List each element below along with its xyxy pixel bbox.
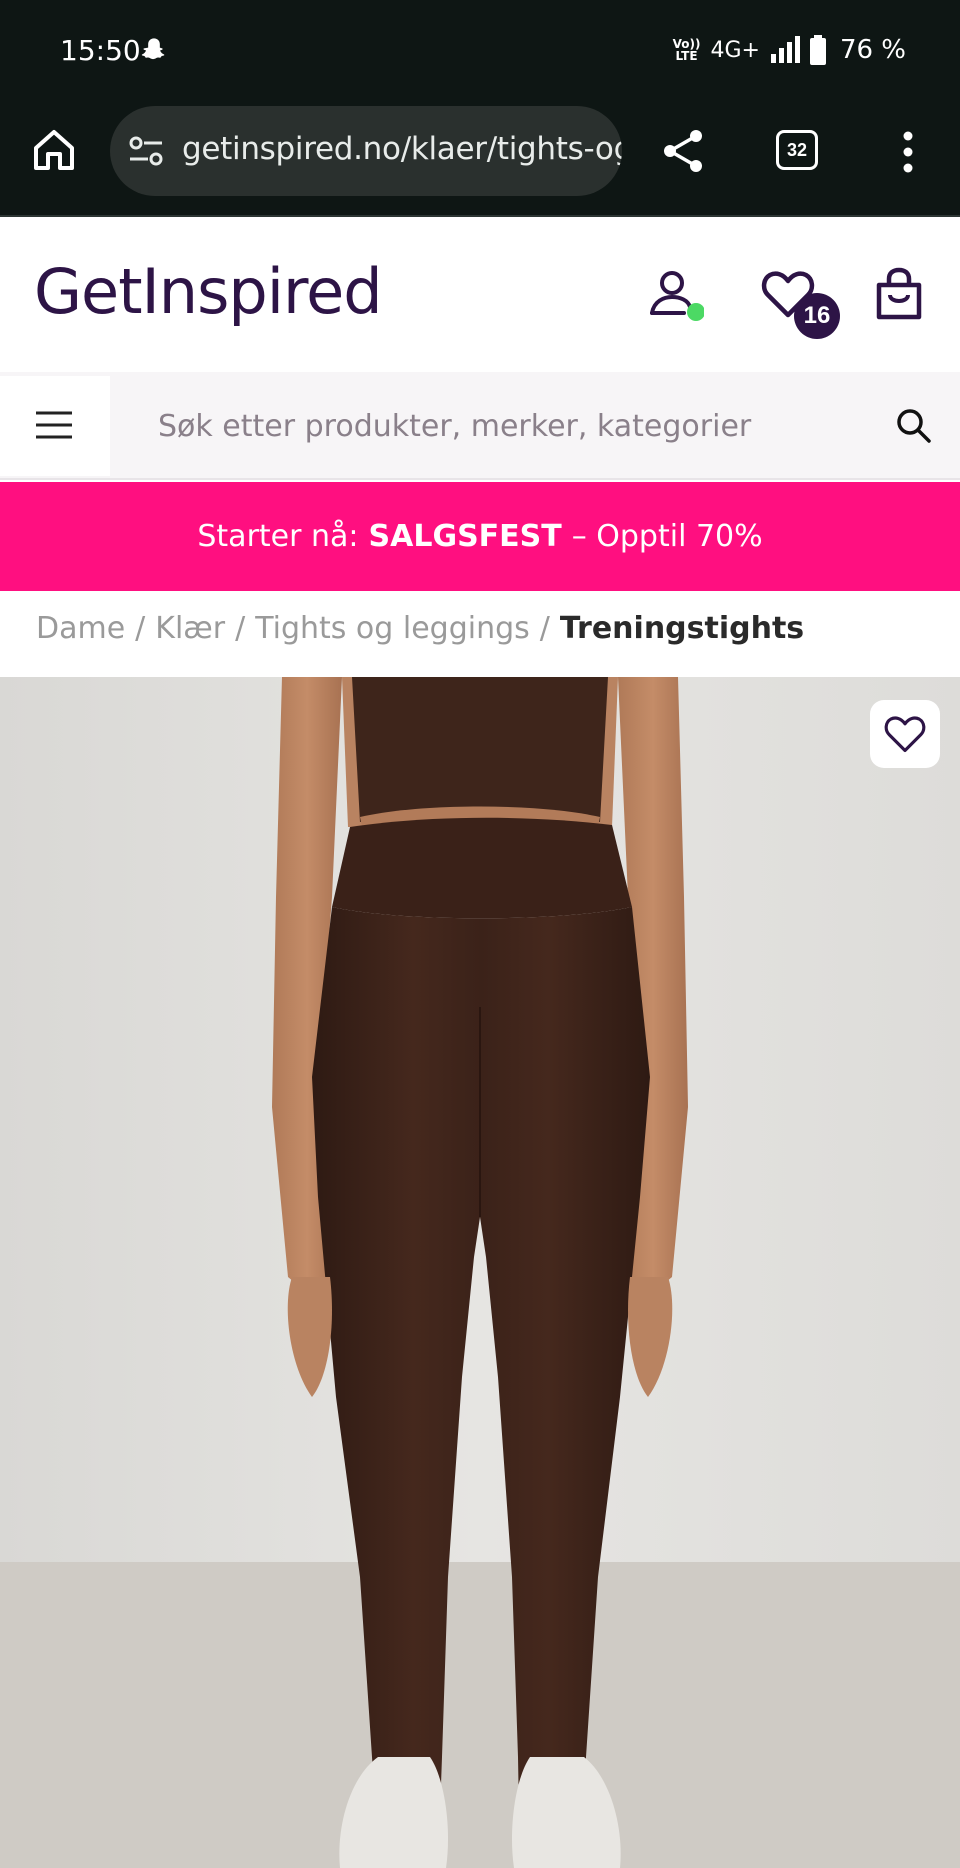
more-vert-icon[interactable] [892,130,924,174]
status-indicators: Vo)) LTE 4G+ 76 % [673,30,906,70]
site-logo[interactable]: GetInspired [34,255,383,328]
signal-icon [770,36,800,63]
menu-button[interactable] [0,376,110,476]
tabs-count: 32 [786,139,808,160]
battery-icon [809,35,826,65]
search-row [0,372,960,480]
bag-icon[interactable] [874,267,924,323]
breadcrumb-current: Treningstights [559,611,805,646]
breadcrumb-separator: / [235,611,246,646]
breadcrumb-item-tights[interactable]: Tights og leggings [255,611,530,646]
wishlist-count-badge: 16 [794,293,840,339]
promo-banner[interactable]: Starter nå: SALGSFEST – Opptil 70% [0,482,960,591]
tabs-button[interactable]: 32 [776,130,818,170]
product-wishlist-button[interactable] [870,700,940,768]
product-photo [0,677,960,1868]
search-input[interactable] [158,396,858,456]
status-time: 15:50 [60,34,141,67]
promo-highlight: SALGSFEST [368,519,562,554]
browser-toolbar: getinspired.no/klaer/tights-og 32 [0,100,960,217]
breadcrumb-separator: / [135,611,146,646]
hamburger-icon [36,411,72,439]
home-icon[interactable] [30,126,78,174]
breadcrumb-item-klaer[interactable]: Klær [155,611,225,646]
product-image[interactable] [0,677,960,1868]
network-type: 4G+ [710,37,760,63]
promo-prefix: Starter nå: [197,519,359,554]
site-header: GetInspired 16 [0,217,960,372]
share-icon[interactable] [660,128,706,174]
volte-icon: Vo)) LTE [672,37,701,63]
address-bar[interactable]: getinspired.no/klaer/tights-og [110,106,622,196]
promo-suffix: – Opptil 70% [571,519,763,554]
battery-level: 76 % [839,35,906,65]
heart-outline-icon [884,716,926,753]
breadcrumb-separator: / [539,611,550,646]
user-icon[interactable] [648,267,704,323]
search-icon[interactable] [896,408,932,444]
status-bar: 15:50 Vo)) LTE 4G+ 76 % [0,0,960,100]
tune-icon[interactable] [128,134,164,168]
breadcrumb: Dame / Klær / Tights og leggings / Treningstig… [36,611,804,646]
breadcrumb-item-dame[interactable]: Dame [36,611,125,646]
snapchat-icon [141,38,165,60]
url-text[interactable]: getinspired.no/klaer/tights-og [182,131,622,167]
